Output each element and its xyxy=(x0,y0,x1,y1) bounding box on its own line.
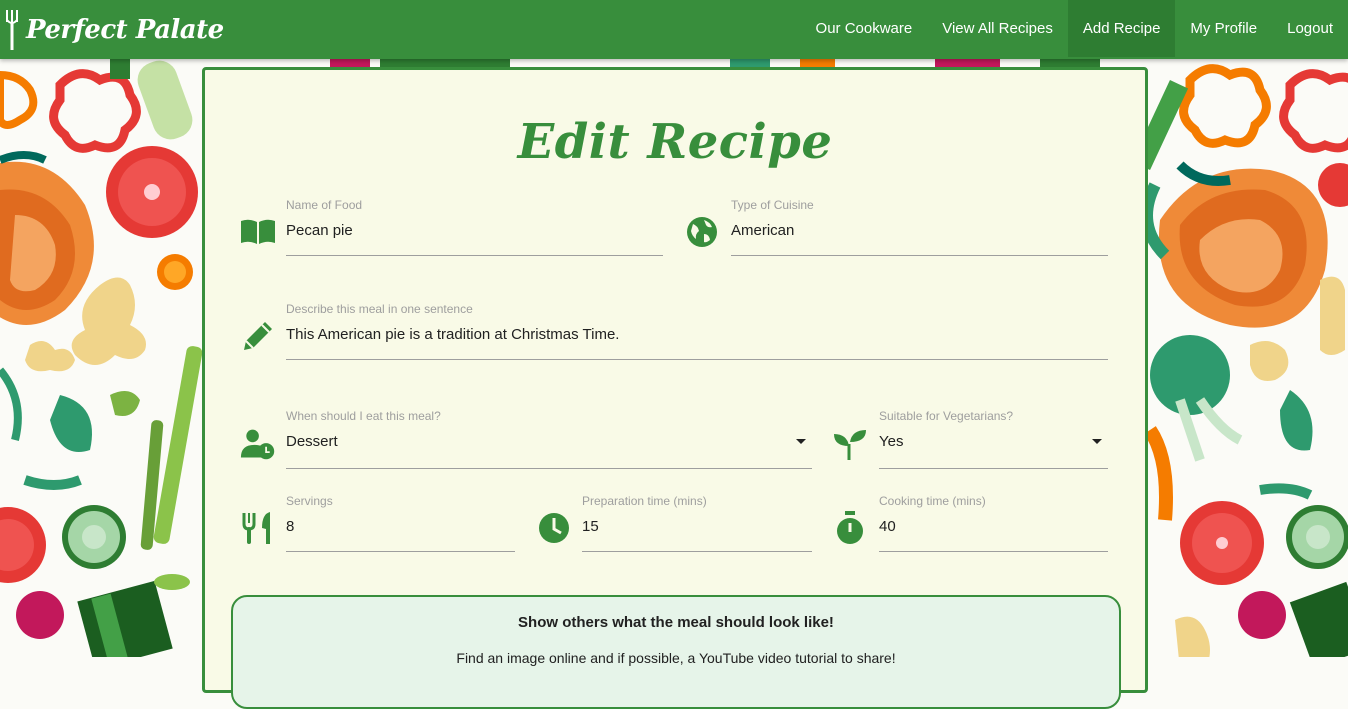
clock-icon xyxy=(539,513,569,543)
chevron-down-icon[interactable] xyxy=(796,439,806,444)
nav-link-my-profile[interactable]: My Profile xyxy=(1175,0,1272,57)
photo-section-title: Show others what the meal should look li… xyxy=(518,614,834,631)
type-of-cuisine-field[interactable]: Type of Cuisine American xyxy=(731,198,1108,256)
servings-label: Servings xyxy=(286,494,333,508)
name-of-food-label: Name of Food xyxy=(286,198,363,212)
description-label: Describe this meal in one sentence xyxy=(286,302,473,316)
meal-time-select[interactable]: When should I eat this meal? Dessert xyxy=(286,409,812,469)
brand-logo-link[interactable]: Perfect Palate xyxy=(4,8,224,52)
name-of-food-underline xyxy=(286,255,663,256)
description-input[interactable]: This American pie is a tradition at Chri… xyxy=(286,326,619,343)
prep-time-underline xyxy=(582,551,812,552)
page-title: Edit Recipe xyxy=(517,114,833,170)
fork-knife-icon xyxy=(242,512,270,544)
name-of-food-field[interactable]: Name of Food Pecan pie xyxy=(286,198,663,256)
servings-field[interactable]: Servings 8 xyxy=(286,494,515,552)
cook-time-field[interactable]: Cooking time (mins) 40 xyxy=(879,494,1108,552)
brand-name: Perfect Palate xyxy=(26,15,224,45)
prep-time-field[interactable]: Preparation time (mins) 15 xyxy=(582,494,812,552)
servings-input[interactable]: 8 xyxy=(286,518,294,535)
description-underline xyxy=(286,359,1108,360)
type-of-cuisine-underline xyxy=(731,255,1108,256)
photo-section-subtitle: Find an image online and if possible, a … xyxy=(456,650,896,666)
book-icon xyxy=(241,219,275,244)
edit-recipe-card: Edit Recipe Name of Food Pecan pie Type … xyxy=(202,67,1148,709)
meal-time-label: When should I eat this meal? xyxy=(286,409,441,423)
prep-time-input[interactable]: 15 xyxy=(582,518,599,535)
nav-link-logout[interactable]: Logout xyxy=(1272,0,1348,57)
type-of-cuisine-input[interactable]: American xyxy=(731,222,794,239)
stopwatch-icon xyxy=(837,511,863,544)
vegetarian-label: Suitable for Vegetarians? xyxy=(879,409,1014,423)
sprout-icon xyxy=(834,430,866,460)
cook-time-input[interactable]: 40 xyxy=(879,518,896,535)
photo-section: Show others what the meal should look li… xyxy=(231,595,1121,709)
prep-time-label: Preparation time (mins) xyxy=(582,494,707,508)
chevron-down-icon[interactable] xyxy=(1092,439,1102,444)
cook-time-label: Cooking time (mins) xyxy=(879,494,986,508)
name-of-food-input[interactable]: Pecan pie xyxy=(286,222,353,239)
vegetarian-value: Yes xyxy=(879,433,904,450)
globe-icon xyxy=(687,217,717,247)
nav-link-view-all-recipes[interactable]: View All Recipes xyxy=(927,0,1068,57)
meal-time-underline xyxy=(286,468,812,469)
type-of-cuisine-label: Type of Cuisine xyxy=(731,198,814,212)
description-field[interactable]: Describe this meal in one sentence This … xyxy=(286,302,1108,360)
cook-time-underline xyxy=(879,551,1108,552)
nav-links: Our Cookware View All Recipes Add Recipe… xyxy=(801,0,1348,57)
meal-time-value: Dessert xyxy=(286,433,338,450)
fork-icon xyxy=(6,10,18,50)
servings-underline xyxy=(286,551,515,552)
vegetarian-select[interactable]: Suitable for Vegetarians? Yes xyxy=(879,409,1108,469)
nav-link-our-cookware[interactable]: Our Cookware xyxy=(801,0,928,57)
navbar: Perfect Palate Our Cookware View All Rec… xyxy=(0,0,1348,59)
vegetarian-underline xyxy=(879,468,1108,469)
pencil-icon xyxy=(244,322,272,350)
person-clock-icon xyxy=(240,429,275,460)
nav-link-add-recipe[interactable]: Add Recipe xyxy=(1067,0,1176,57)
